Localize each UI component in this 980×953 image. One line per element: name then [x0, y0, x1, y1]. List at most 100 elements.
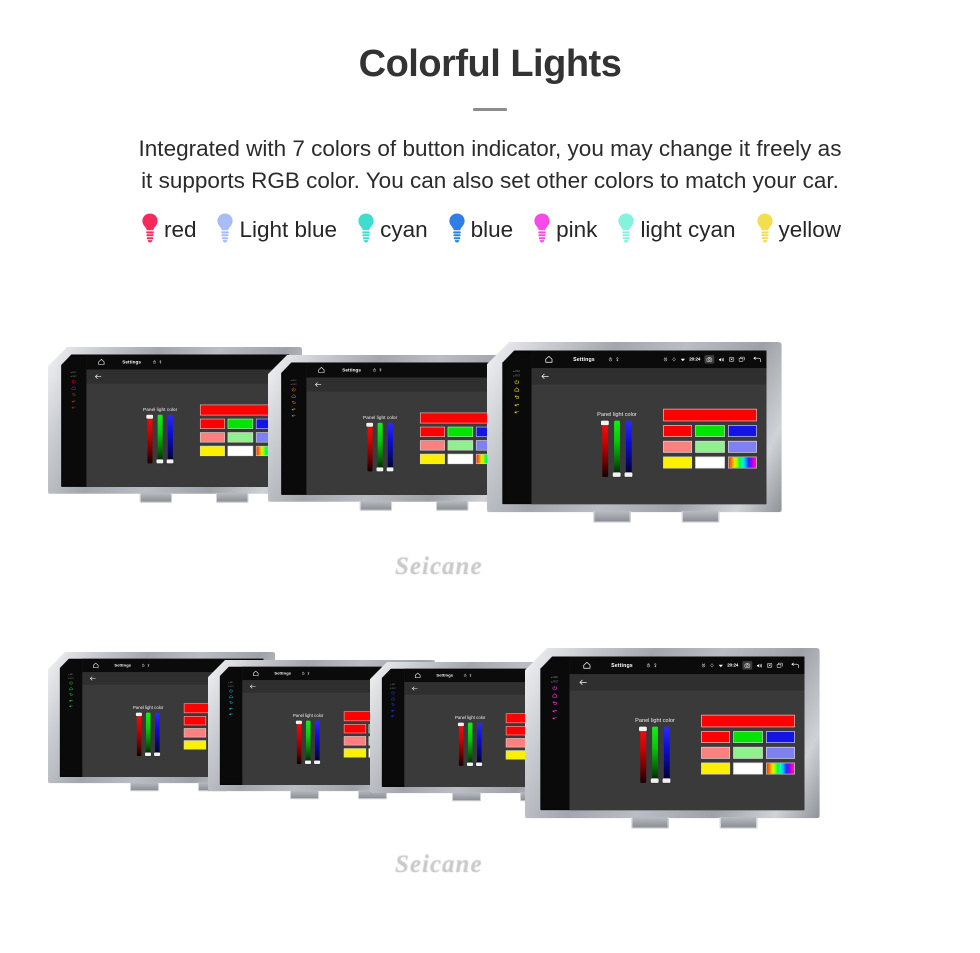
red-slider[interactable]	[601, 420, 610, 477]
device-screen[interactable]: Settings 20:24 Panel light color	[569, 656, 805, 811]
green-slider[interactable]	[305, 720, 312, 765]
hw-volume-up-icon[interactable]	[229, 706, 234, 711]
red-slider[interactable]	[639, 726, 648, 783]
home-icon[interactable]	[98, 358, 105, 365]
swatch-white[interactable]	[447, 454, 473, 465]
home-icon[interactable]	[92, 662, 99, 669]
swatch-green[interactable]	[733, 731, 763, 744]
swatch-salmon[interactable]	[700, 747, 731, 759]
hw-volume-up-icon[interactable]	[514, 402, 520, 408]
hw-power-icon[interactable]	[229, 689, 234, 694]
hw-volume-up-icon[interactable]	[69, 698, 74, 703]
swatch-salmon[interactable]	[183, 728, 207, 738]
blue-slider-thumb[interactable]	[154, 752, 161, 757]
location-pin-icon[interactable]	[159, 360, 162, 364]
recents-icon[interactable]	[738, 356, 745, 362]
hw-home-icon[interactable]	[71, 386, 76, 391]
green-slider-thumb[interactable]	[651, 778, 659, 783]
green-slider-thumb[interactable]	[305, 760, 312, 765]
red-slider-thumb[interactable]	[639, 726, 648, 732]
red-slider-thumb[interactable]	[458, 722, 465, 727]
hw-volume-up-icon[interactable]	[552, 708, 558, 714]
blue-slider[interactable]	[314, 720, 321, 765]
hw-back-icon[interactable]	[514, 394, 520, 400]
hw-volume-up-icon[interactable]	[391, 708, 396, 713]
close-box-icon[interactable]	[728, 356, 734, 362]
swatch-rainbow[interactable]	[765, 762, 796, 775]
red-slider[interactable]	[296, 720, 303, 765]
swatch-salmon[interactable]	[343, 736, 367, 746]
swatch-yellow[interactable]	[199, 446, 225, 457]
hw-home-icon[interactable]	[391, 697, 396, 702]
hw-home-icon[interactable]	[514, 387, 520, 393]
swatch-yellow[interactable]	[419, 454, 445, 465]
green-slider[interactable]	[156, 414, 164, 464]
recents-icon[interactable]	[776, 662, 783, 668]
device-screen[interactable]: Settings 20:24 Panel light color	[531, 350, 767, 505]
swatch-lightgreen[interactable]	[227, 432, 253, 443]
hw-power-icon[interactable]	[71, 379, 76, 384]
volume-icon[interactable]	[718, 356, 725, 363]
hw-volume-down-icon[interactable]	[391, 714, 396, 719]
green-slider-thumb[interactable]	[376, 467, 384, 472]
timer-icon[interactable]	[142, 664, 146, 668]
blue-slider[interactable]	[166, 414, 174, 464]
green-slider[interactable]	[613, 420, 621, 477]
red-slider-thumb[interactable]	[366, 422, 374, 427]
green-slider-thumb[interactable]	[467, 762, 474, 767]
head-unit-magenta[interactable]: MIC RST Settings 20:24 Panel light color	[525, 648, 820, 829]
head-unit-red[interactable]: MIC RST Settings Panel light color	[48, 347, 303, 503]
swatch-red[interactable]	[199, 418, 225, 430]
swatch-green[interactable]	[695, 425, 725, 438]
swatch-blue[interactable]	[765, 731, 796, 744]
timer-icon[interactable]	[373, 368, 377, 372]
swatch-red[interactable]	[700, 731, 731, 744]
blue-slider[interactable]	[662, 726, 671, 783]
back-arrow-icon[interactable]	[752, 356, 761, 363]
timer-icon[interactable]	[302, 672, 306, 676]
home-icon[interactable]	[252, 670, 259, 677]
green-slider-thumb[interactable]	[613, 472, 621, 477]
location-pin-icon[interactable]	[307, 671, 310, 676]
blue-slider-thumb[interactable]	[624, 472, 633, 477]
timer-icon[interactable]	[153, 360, 157, 364]
blue-slider[interactable]	[476, 722, 483, 767]
hw-power-icon[interactable]	[291, 387, 296, 392]
red-slider-thumb[interactable]	[296, 720, 303, 725]
hw-back-icon[interactable]	[552, 700, 558, 706]
swatch-periwinkle[interactable]	[727, 441, 758, 453]
head-unit-yellow[interactable]: MIC RST Settings 20:24 Panel light color	[487, 342, 782, 523]
swatch-lightgreen[interactable]	[447, 440, 473, 451]
hw-volume-down-icon[interactable]	[69, 704, 74, 709]
swatch-red[interactable]	[183, 716, 207, 726]
red-slider[interactable]	[136, 712, 143, 757]
green-slider-thumb[interactable]	[156, 459, 164, 464]
green-slider-thumb[interactable]	[145, 752, 152, 757]
swatch-red[interactable]	[343, 724, 367, 734]
swatch-yellow[interactable]	[343, 748, 367, 758]
red-slider-thumb[interactable]	[146, 414, 154, 419]
home-icon[interactable]	[414, 672, 421, 679]
hw-home-icon[interactable]	[69, 687, 74, 692]
green-slider[interactable]	[651, 726, 659, 783]
hw-volume-up-icon[interactable]	[291, 407, 296, 412]
swatch-red[interactable]	[662, 425, 693, 438]
hw-power-icon[interactable]	[391, 691, 396, 696]
hw-home-icon[interactable]	[229, 695, 234, 700]
back-arrow-icon[interactable]	[89, 676, 96, 682]
swatch-salmon[interactable]	[419, 440, 445, 451]
blue-slider[interactable]	[154, 712, 161, 757]
green-slider[interactable]	[145, 712, 152, 757]
blue-slider-thumb[interactable]	[314, 760, 321, 765]
location-pin-icon[interactable]	[616, 357, 620, 362]
swatch-yellow[interactable]	[662, 456, 693, 469]
back-arrow-icon[interactable]	[94, 374, 102, 380]
hw-volume-up-icon[interactable]	[71, 399, 76, 404]
hw-home-icon[interactable]	[552, 693, 558, 699]
location-pin-icon[interactable]	[147, 663, 150, 668]
swatch-salmon[interactable]	[662, 441, 693, 453]
head-unit-orange[interactable]: MIC RST Settings Panel light color	[268, 355, 523, 511]
swatch-lightgreen[interactable]	[733, 747, 763, 759]
back-arrow-icon[interactable]	[249, 684, 256, 690]
swatch-lightgreen[interactable]	[695, 441, 725, 453]
